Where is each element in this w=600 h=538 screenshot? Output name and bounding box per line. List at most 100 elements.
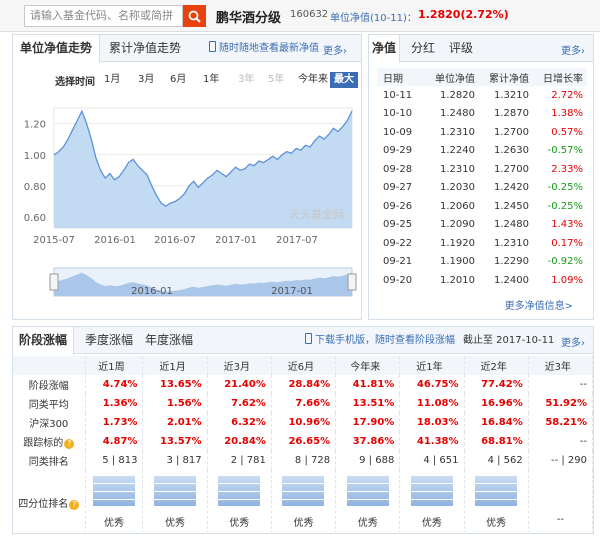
- row-daily-change: 1.43%: [551, 219, 583, 231]
- range-button[interactable]: 1年: [203, 72, 219, 88]
- search-input[interactable]: 请输入基金代码、名称或简拼: [24, 5, 183, 27]
- navigator-handle-left[interactable]: [49, 273, 59, 291]
- tab-stage-return[interactable]: 阶段涨幅: [12, 327, 74, 355]
- range-button[interactable]: 6月: [170, 72, 186, 88]
- row-unit-nav: 1.2480: [439, 108, 475, 120]
- perf-cell: 8 | 728: [271, 451, 337, 470]
- range-button[interactable]: 今年来: [298, 72, 328, 88]
- row-acc-nav: 1.2420: [493, 182, 529, 194]
- perf-cell: 58.21%: [528, 413, 594, 432]
- search-button[interactable]: [183, 5, 206, 27]
- perf-cell: --: [528, 375, 594, 394]
- perf-cell: 46.75%: [399, 375, 465, 394]
- quartile-bar: [154, 475, 197, 506]
- perf-col-header: 近6月: [271, 356, 337, 375]
- row-acc-nav: 1.2400: [493, 274, 529, 286]
- nav-table-row: 10-10 1.2480 1.2870 1.38%: [377, 105, 587, 124]
- perf-cell: 1.56%: [142, 394, 208, 413]
- nav-table-row: 10-09 1.2310 1.2700 0.57%: [377, 123, 587, 142]
- row-acc-nav: 1.2310: [493, 237, 529, 249]
- perf-cell: 5 | 813: [85, 451, 144, 470]
- perf-cell: 18.03%: [399, 413, 465, 432]
- nav-panel: 净值 分红 评级 更多› 日期 单位净值 累计净值 日增长率 10-11 1.28…: [368, 34, 594, 320]
- range-button[interactable]: 1月: [104, 72, 120, 88]
- perf-promo-link[interactable]: 下载手机版，随时查看阶段涨幅: [305, 327, 455, 354]
- row-date: 09-25: [383, 219, 413, 231]
- chart-more-link[interactable]: 更多›: [323, 42, 347, 57]
- nav-table-row: 09-21 1.1900 1.2290 -0.92%: [377, 253, 587, 272]
- navigator-tick-label: 2017-01: [271, 286, 313, 297]
- perf-row-label-text: 同类平均: [28, 400, 69, 411]
- tab-dividend[interactable]: 分红: [411, 35, 435, 62]
- quartile-bar: [475, 475, 518, 506]
- tab-nav[interactable]: 净值: [368, 35, 400, 63]
- row-unit-nav: 1.2090: [439, 219, 475, 231]
- quartile-rank-text: 优秀: [421, 517, 442, 529]
- range-button[interactable]: 最大: [330, 72, 358, 88]
- tab-annual-return[interactable]: 年度涨幅: [145, 327, 193, 354]
- row-date: 09-22: [383, 237, 413, 249]
- row-daily-change: 1.38%: [551, 108, 583, 120]
- quartile-row: 四分位排名? 优秀 优秀 优秀 优秀 优秀 优秀 优秀 --: [13, 470, 594, 534]
- row-date: 09-28: [383, 163, 413, 175]
- col-acc-nav: 累计净值: [478, 68, 533, 86]
- tab-quarter-return[interactable]: 季度涨幅: [85, 327, 133, 354]
- col-daily-change: 日增长率: [532, 68, 587, 86]
- navigator-handle-right[interactable]: [347, 273, 357, 291]
- row-acc-nav: 1.3210: [493, 89, 529, 101]
- quartile-cell: 优秀: [464, 470, 529, 534]
- tab-rating[interactable]: 评级: [449, 35, 473, 62]
- row-date: 09-21: [383, 256, 413, 268]
- quartile-bar: [410, 475, 453, 506]
- nav-more-link[interactable]: 更多›: [561, 42, 585, 57]
- perf-col-header: 近3月: [207, 356, 272, 375]
- row-acc-nav: 1.2700: [493, 163, 529, 175]
- row-daily-change: -0.57%: [547, 145, 583, 157]
- perf-row: 跟踪标的? 4.87% 13.57% 20.84% 26.65% 37.86% 41.38%…: [13, 432, 594, 451]
- quartile-rank-text: --: [556, 514, 564, 525]
- row-daily-change: 0.57%: [551, 126, 583, 138]
- nav-table-row: 10-11 1.2820 1.3210 2.72%: [377, 86, 587, 105]
- x-tick-label: 2015-07: [33, 235, 75, 246]
- row-date: 09-26: [383, 200, 413, 212]
- row-unit-nav: 1.2010: [439, 274, 475, 286]
- quartile-rank-text: 优秀: [357, 517, 378, 529]
- row-date: 10-10: [383, 108, 413, 120]
- perf-cell: 77.42%: [464, 375, 529, 394]
- perf-cell: 4.87%: [85, 432, 144, 451]
- perf-cell: 4 | 651: [399, 451, 465, 470]
- perf-row: 同类排名 5 | 813 3 | 817 2 | 781 8 | 728 9 | 688 4…: [13, 451, 594, 470]
- quartile-bar: [218, 475, 261, 506]
- mobile-promo-link[interactable]: 随时随地查看最新净值: [209, 35, 319, 62]
- performance-panel: 阶段涨幅 季度涨幅 年度涨幅 下载手机版，随时查看阶段涨幅 截止至 2017-1…: [12, 326, 594, 534]
- row-daily-change: -0.25%: [547, 200, 583, 212]
- range-button[interactable]: 3月: [138, 72, 154, 88]
- perf-col-header: 近1月: [142, 356, 208, 375]
- perf-cell: -- | 290: [528, 451, 594, 470]
- perf-row: 沪深300 1.73% 2.01% 6.32% 10.96% 17.90% 18.03% 16…: [13, 413, 594, 432]
- navigator-tick-label: 2016-01: [131, 286, 173, 297]
- nav-table-row: 09-28 1.2310 1.2700 2.33%: [377, 160, 587, 179]
- help-icon[interactable]: ?: [69, 499, 80, 510]
- perf-more-link[interactable]: 更多›: [561, 334, 585, 349]
- quartile-bar: [346, 475, 389, 506]
- help-icon[interactable]: ?: [64, 439, 75, 449]
- tab-unit-nav[interactable]: 单位净值走势: [12, 35, 100, 63]
- search-icon: [188, 10, 201, 23]
- promo-text: 随时随地查看最新净值: [219, 43, 319, 54]
- x-tick-label: 2017-07: [276, 235, 318, 246]
- tab-acc-nav[interactable]: 累计净值走势: [109, 35, 181, 62]
- x-tick-label: 2017-01: [215, 235, 257, 246]
- col-unit-nav: 单位净值: [424, 68, 479, 86]
- row-acc-nav: 1.2450: [493, 200, 529, 212]
- performance-table: 近1周 近1月 近3月 近6月 今年来 近1年 近2年 近3年 阶段涨幅 4.74% 13.65% 2…: [13, 356, 594, 534]
- nav-table-row: 09-29 1.2240 1.2630 -0.57%: [377, 142, 587, 161]
- row-unit-nav: 1.1920: [439, 237, 475, 249]
- perf-cell: 51.92%: [528, 394, 594, 413]
- watermark-text: 天天基金网: [289, 207, 344, 221]
- quartile-rank-text: 优秀: [486, 517, 507, 529]
- nav-chart: 1.20 1.00 0.80 0.60 天天基金网 2015-07 2016-01 2016-…: [24, 107, 357, 297]
- row-unit-nav: 1.2820: [439, 89, 475, 101]
- row-acc-nav: 1.2630: [493, 145, 529, 157]
- more-nav-info-link[interactable]: 更多净值信息>: [505, 297, 573, 312]
